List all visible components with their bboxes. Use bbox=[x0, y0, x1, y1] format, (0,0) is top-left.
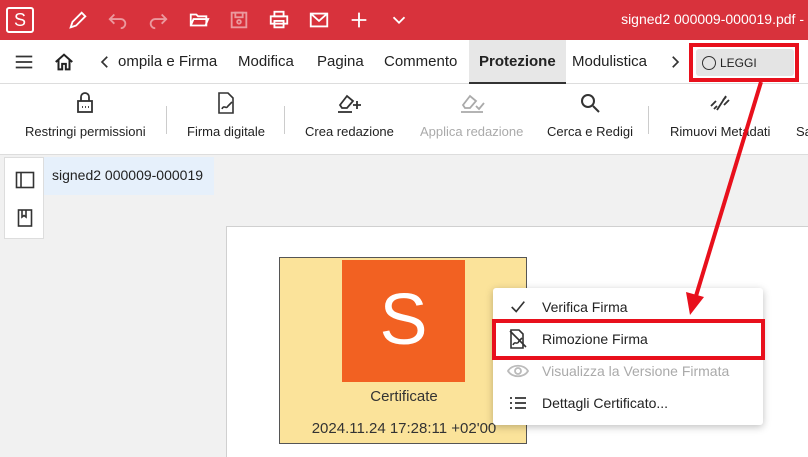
search-and-redact-button[interactable]: Cerca e Redigi bbox=[547, 84, 633, 155]
undo-icon[interactable] bbox=[106, 8, 130, 32]
tab-commento[interactable]: Commento bbox=[384, 40, 457, 84]
document-title: signed2 000009-000019.pdf - bbox=[621, 11, 804, 27]
digital-signature-button[interactable]: Firma digitale bbox=[187, 84, 265, 155]
tab-modulistica[interactable]: Modulistica bbox=[572, 40, 647, 84]
redact-eraser-icon bbox=[338, 94, 362, 113]
signature-logo: S bbox=[342, 260, 465, 382]
unlink-tag-icon bbox=[710, 95, 730, 111]
apply-redact-icon bbox=[460, 94, 485, 113]
open-folder-icon[interactable] bbox=[187, 8, 211, 32]
home-icon[interactable] bbox=[52, 50, 76, 74]
lock-icon bbox=[77, 92, 94, 113]
tab-compila-e-firma[interactable]: ompila e Firma bbox=[118, 40, 217, 84]
tab-bar: ompila e Firma Modifica Pagina Commento … bbox=[0, 40, 808, 84]
ribbon-divider bbox=[284, 106, 285, 134]
signature-date: 2024.11.24 17:28:11 +02'00 bbox=[311, 420, 497, 437]
chevron-down-icon[interactable] bbox=[387, 8, 411, 32]
document-tab[interactable]: signed2 000009-000019 bbox=[44, 157, 214, 195]
print-icon[interactable] bbox=[267, 8, 291, 32]
create-redaction-button[interactable]: Crea redazione bbox=[305, 84, 394, 155]
tab-pagina[interactable]: Pagina bbox=[317, 40, 364, 84]
save-icon[interactable] bbox=[227, 8, 251, 32]
ribbon-toolbar: Restringi permissioni Firma digitale Cre… bbox=[0, 84, 808, 155]
ribbon-divider bbox=[648, 106, 649, 134]
sidebar-toggle-icon[interactable] bbox=[15, 170, 35, 190]
hamburger-menu-icon[interactable] bbox=[12, 50, 36, 74]
save-partial-button[interactable]: Sa bbox=[796, 84, 808, 155]
remove-metadata-button[interactable]: Rimuovi Metadati bbox=[670, 84, 770, 155]
ribbon-divider bbox=[166, 106, 167, 134]
eye-icon bbox=[507, 360, 529, 382]
redo-icon[interactable] bbox=[146, 8, 170, 32]
signature-caption: Certificate bbox=[370, 388, 438, 405]
plus-icon[interactable] bbox=[347, 8, 371, 32]
menu-item-certificate-details[interactable]: Dettagli Certificato... bbox=[493, 387, 763, 419]
apply-redaction-button[interactable]: Applica redazione bbox=[420, 84, 523, 155]
left-side-panel bbox=[4, 157, 44, 239]
restrict-permissions-button[interactable]: Restringi permissioni bbox=[25, 84, 146, 155]
tab-modifica[interactable]: Modifica bbox=[238, 40, 294, 84]
search-icon bbox=[581, 94, 600, 113]
pen-icon[interactable] bbox=[66, 8, 90, 32]
bookmark-icon[interactable] bbox=[15, 208, 35, 228]
title-bar: S signed2 000009-000019.pdf - bbox=[0, 0, 808, 40]
app-logo[interactable]: S bbox=[6, 7, 34, 33]
signature-field[interactable]: S Certificate 2024.11.24 17:28:11 +02'00 bbox=[279, 257, 527, 444]
mail-icon[interactable] bbox=[307, 8, 331, 32]
tabs-scroll-right-icon[interactable] bbox=[663, 50, 687, 74]
sign-document-icon bbox=[218, 92, 234, 114]
annotation-highlight-remove-signature bbox=[492, 319, 765, 360]
annotation-highlight-read-toggle bbox=[689, 43, 799, 82]
list-icon bbox=[507, 392, 529, 414]
checkmark-icon bbox=[507, 296, 529, 318]
tabs-scroll-left-icon[interactable] bbox=[93, 50, 117, 74]
tab-protezione[interactable]: Protezione bbox=[469, 40, 566, 84]
